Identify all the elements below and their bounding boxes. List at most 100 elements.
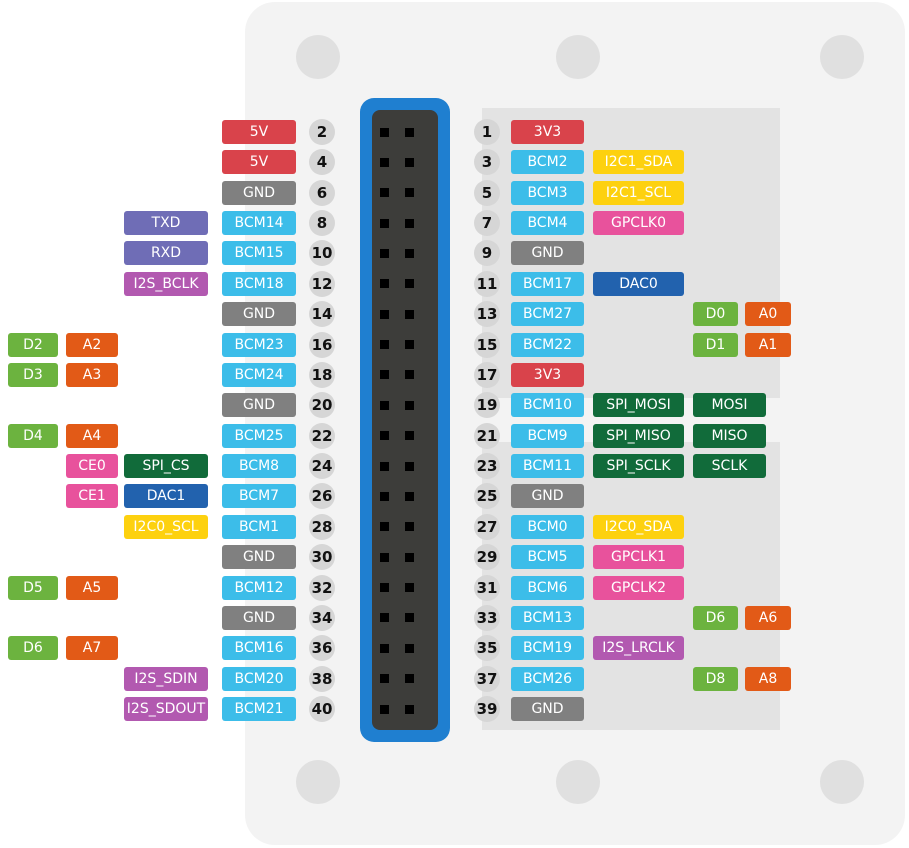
pin-label-fn: RXD [124, 241, 208, 266]
pin-label-d: D0 [693, 302, 738, 327]
pin-label-a: A8 [745, 666, 791, 691]
header-pin [405, 188, 414, 198]
pin-label-main: GND [222, 605, 296, 630]
header-pin [380, 491, 389, 501]
pin-number: 12 [309, 270, 335, 297]
pin-label-fn: I2C1_SDA [593, 150, 684, 175]
pin-label-d: D1 [693, 332, 738, 357]
pin-label-main: BCM12 [222, 575, 296, 600]
header-pin [405, 370, 414, 380]
pin-label-fn: I2C0_SDA [593, 514, 684, 539]
header-pin [405, 461, 414, 471]
header-pin [380, 188, 389, 198]
header-pin [405, 674, 414, 684]
pin-number: 38 [309, 665, 335, 692]
pin-label-d: D3 [8, 362, 58, 387]
header-pin [380, 613, 389, 623]
header-pin [405, 157, 414, 167]
pin-label-d: D5 [8, 575, 58, 600]
pin-label-main: BCM7 [222, 484, 296, 509]
pin-label-main: 3V3 [511, 362, 584, 387]
pin-number: 17 [474, 361, 500, 388]
header-pin [380, 552, 389, 562]
pin-label-fn: I2C0_SCL [124, 514, 208, 539]
pin-label-main: BCM19 [511, 636, 584, 661]
pin-label-a: A4 [66, 423, 118, 448]
pin-label-main: BCM24 [222, 362, 296, 387]
header-pin [405, 400, 414, 410]
pin-label-a: A0 [745, 302, 791, 327]
pin-number: 28 [309, 513, 335, 540]
pin-number: 23 [474, 453, 500, 480]
header-pin [380, 279, 389, 289]
pin-label-fn: DAC1 [124, 484, 208, 509]
pin-number: 7 [474, 210, 500, 237]
header-pin [405, 613, 414, 623]
pin-label-main: BCM17 [511, 271, 584, 296]
pin-number: 15 [474, 331, 500, 358]
pin-label-main: BCM1 [222, 514, 296, 539]
pin-label-main: BCM4 [511, 211, 584, 236]
pin-label-main: GND [511, 484, 584, 509]
pin-label-d: D2 [8, 332, 58, 357]
header-pin [405, 552, 414, 562]
pin-label-fn: SPI_SCLK [593, 454, 684, 479]
header-pin [380, 461, 389, 471]
header-pin [380, 340, 389, 350]
pin-label-main: BCM20 [222, 666, 296, 691]
pin-label-a: A7 [66, 636, 118, 661]
header-pin [380, 522, 389, 532]
header-pin [380, 583, 389, 593]
header-pin [380, 674, 389, 684]
pin-label-main: GND [511, 241, 584, 266]
pin-number: 5 [474, 179, 500, 206]
header-pin [380, 370, 389, 380]
mounting-hole [556, 760, 600, 804]
pin-number: 37 [474, 665, 500, 692]
pin-label-fn: SPI_MISO [593, 423, 684, 448]
header-pin [380, 643, 389, 653]
gpio-header [360, 98, 450, 742]
pin-label-a: A1 [745, 332, 791, 357]
mounting-hole [296, 35, 340, 79]
pin-label-wide: MOSI [693, 393, 766, 418]
pin-number: 32 [309, 574, 335, 601]
pin-label-main: GND [511, 697, 584, 722]
pin-label-wide: SCLK [693, 454, 766, 479]
header-pin [405, 431, 414, 441]
pin-number: 40 [309, 696, 335, 723]
header-pin [405, 279, 414, 289]
pin-label-main: 3V3 [511, 120, 584, 144]
pin-label-d: D4 [8, 423, 58, 448]
pin-label-main: BCM8 [222, 454, 296, 479]
pin-label-d: D8 [693, 666, 738, 691]
pin-number: 29 [474, 544, 500, 571]
pin-label-d: D6 [8, 636, 58, 661]
header-pin [380, 704, 389, 714]
header-pin [405, 340, 414, 350]
mounting-hole [820, 760, 864, 804]
pin-label-a: A3 [66, 362, 118, 387]
pin-label-main: BCM15 [222, 241, 296, 266]
pin-label-main: BCM26 [511, 666, 584, 691]
pin-label-main: BCM13 [511, 605, 584, 630]
pin-number: 33 [474, 604, 500, 631]
mounting-hole [556, 35, 600, 79]
header-pin [405, 704, 414, 714]
pin-label-fn: GPCLK1 [593, 545, 684, 570]
pin-label-main: BCM16 [222, 636, 296, 661]
pin-label-main: BCM27 [511, 302, 584, 327]
pin-number: 16 [309, 331, 335, 358]
pin-label-a: A5 [66, 575, 118, 600]
header-pin [380, 248, 389, 258]
pin-number: 18 [309, 361, 335, 388]
header-pin [380, 400, 389, 410]
mounting-hole [820, 35, 864, 79]
pin-label-fn: I2S_SDOUT [124, 697, 208, 722]
pin-number: 31 [474, 574, 500, 601]
pin-label-main: BCM0 [511, 514, 584, 539]
pin-label-a: CE1 [66, 484, 118, 509]
pin-label-main: BCM23 [222, 332, 296, 357]
pin-label-main: BCM6 [511, 575, 584, 600]
pin-label-fn: I2S_SDIN [124, 666, 208, 691]
